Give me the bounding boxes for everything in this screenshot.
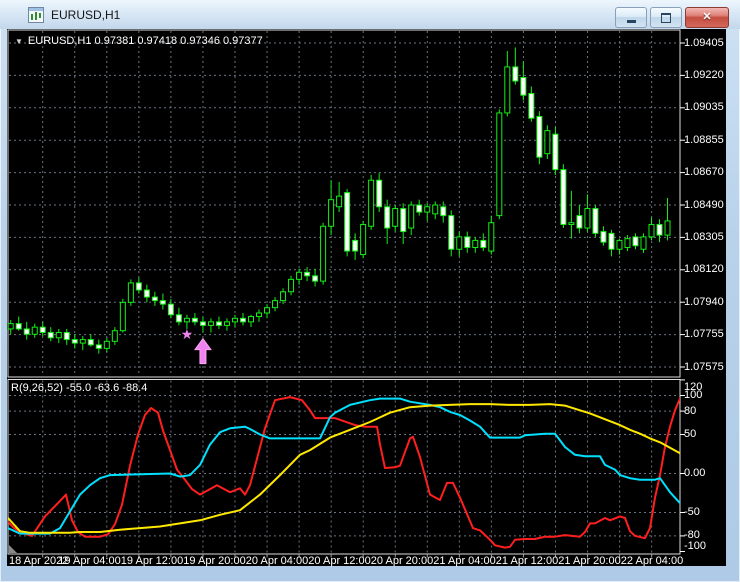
time-axis-label: 21 Apr 04:00: [433, 555, 496, 567]
symbol-header[interactable]: ▼ EURUSD,H1 0.97381 0.97418 0.97346 0.97…: [15, 35, 263, 47]
indicator-lines: [8, 396, 680, 549]
restore-button[interactable]: [650, 7, 682, 28]
indicator-axis-label: 0.00: [684, 467, 706, 479]
corner-triangle: [9, 545, 17, 553]
close-icon: ✕: [702, 11, 712, 23]
indicator-axis-label: 50: [684, 428, 697, 440]
up-arrow-marker: [193, 337, 212, 365]
chevron-down-icon[interactable]: ▼: [15, 37, 23, 46]
window-titlebar[interactable]: EURUSD,H1 ✕: [0, 0, 740, 29]
price-axis-label: 1.07755: [684, 328, 724, 341]
chart-content: ★ ▼ EURUSD,H1 0.97381 0.97418 0.97346 0.…: [7, 29, 726, 567]
price-axis-label: 1.07940: [684, 295, 724, 308]
time-axis-label: 20 Apr 04:00: [245, 555, 309, 567]
candles: [7, 47, 671, 354]
price-axis-label: 1.09035: [684, 101, 724, 114]
price-axis-label: 1.09220: [684, 68, 724, 81]
indicator-header: R(9,26,52) -55.0 -63.6 -88.4: [11, 382, 147, 394]
time-axis-label: 19 Apr 04:00: [58, 555, 121, 567]
time-axis-label: 20 Apr 12:00: [308, 555, 371, 567]
indicator-axis-label: 100: [684, 389, 703, 401]
time-axis-label: 20 Apr 20:00: [370, 555, 434, 567]
time-axis-label: 21 Apr 12:00: [495, 555, 559, 567]
minimize-icon: [626, 19, 636, 23]
star-marker: ★: [181, 327, 194, 343]
price-axis-label: 1.09405: [684, 36, 724, 49]
price-axis-label: 1.08305: [684, 230, 724, 243]
chart-window: EURUSD,H1 ✕ ★ ▼ EURUSD,H1 0.97381 0.9741…: [0, 0, 740, 582]
minimize-button[interactable]: [615, 7, 647, 28]
window-title: EURUSD,H1: [51, 7, 121, 22]
price-axis-label: 1.08670: [684, 166, 724, 179]
price-axis-label: 1.08855: [684, 133, 724, 146]
price-axis-label: 1.08120: [684, 263, 724, 276]
time-axis-label: 22 Apr 04:00: [620, 555, 684, 567]
price-axis-label: 1.07575: [684, 360, 724, 373]
indicator-axis-label: -50: [684, 506, 700, 518]
chart-window-icon: [28, 6, 44, 23]
time-axis-label: 21 Apr 20:00: [558, 555, 621, 567]
price-axis-label: 1.08490: [684, 198, 724, 211]
symbol-ohlc-text: EURUSD,H1 0.97381 0.97418 0.97346 0.9737…: [27, 35, 263, 47]
indicator-axis-label: -100: [684, 540, 707, 552]
time-axis-label: 19 Apr 12:00: [120, 555, 184, 567]
indicator-values-text: R(9,26,52) -55.0 -63.6 -88.4: [11, 382, 148, 394]
restore-icon: [661, 12, 671, 23]
chart-canvas[interactable]: ★: [7, 29, 726, 566]
time-axis-label: 19 Apr 20:00: [183, 555, 246, 567]
close-button[interactable]: ✕: [685, 7, 729, 28]
indicator-axis-label: 80: [684, 404, 697, 417]
